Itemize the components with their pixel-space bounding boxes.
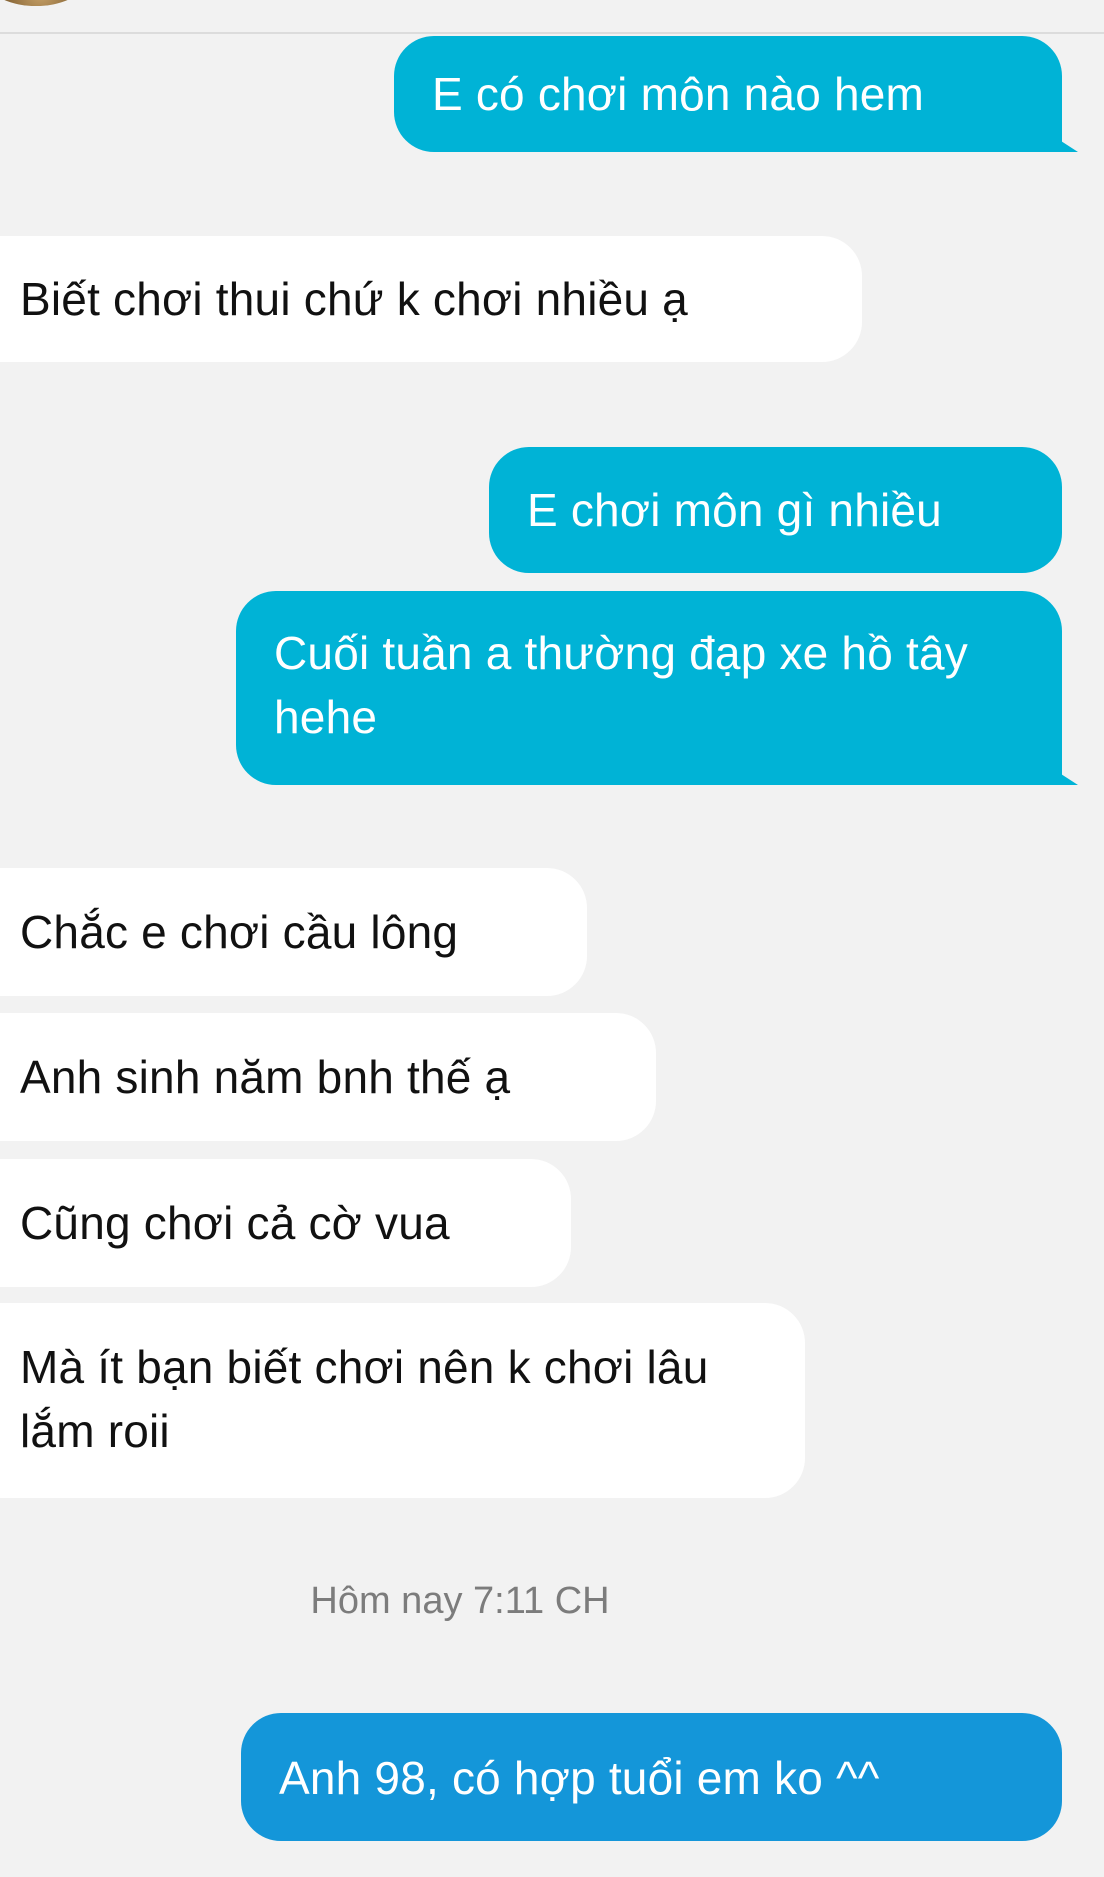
message-bubble-outgoing[interactable]: Anh 98, có hợp tuổi em ko ^^	[241, 1713, 1062, 1841]
contact-avatar-icon[interactable]	[0, 0, 82, 6]
message-bubble-outgoing[interactable]: Cuối tuần a thường đạp xe hồ tây hehe	[236, 591, 1062, 785]
message-text: Cũng chơi cả cờ vua	[20, 1197, 450, 1249]
message-text: Biết chơi thui chứ k chơi nhiều ạ	[20, 273, 688, 325]
message-bubble-incoming[interactable]: Chắc e chơi cầu lông	[0, 868, 587, 996]
message-bubble-outgoing[interactable]: E có chơi môn nào hem	[394, 36, 1062, 152]
timestamp: Hôm nay 7:11 CH	[310, 1580, 610, 1622]
message-text: Mà ít bạn biết chơi nên k chơi lâu lắm r…	[20, 1341, 709, 1457]
message-text: Cuối tuần a thường đạp xe hồ tây hehe	[274, 627, 968, 743]
header-divider	[0, 32, 1104, 34]
message-bubble-incoming[interactable]: Mà ít bạn biết chơi nên k chơi lâu lắm r…	[0, 1303, 805, 1498]
message-text: E có chơi môn nào hem	[432, 68, 925, 120]
message-bubble-incoming[interactable]: Cũng chơi cả cờ vua	[0, 1159, 571, 1287]
message-bubble-outgoing[interactable]: E chơi môn gì nhiều	[489, 447, 1062, 573]
message-bubble-incoming[interactable]: Anh sinh năm bnh thế ạ	[0, 1013, 656, 1141]
message-text: Anh sinh năm bnh thế ạ	[20, 1051, 511, 1103]
message-text: E chơi môn gì nhiều	[527, 484, 942, 536]
message-text: Anh 98, có hợp tuổi em ko ^^	[279, 1752, 880, 1804]
message-text: Chắc e chơi cầu lông	[20, 906, 459, 958]
message-bubble-incoming[interactable]: Biết chơi thui chứ k chơi nhiều ạ	[0, 236, 862, 362]
